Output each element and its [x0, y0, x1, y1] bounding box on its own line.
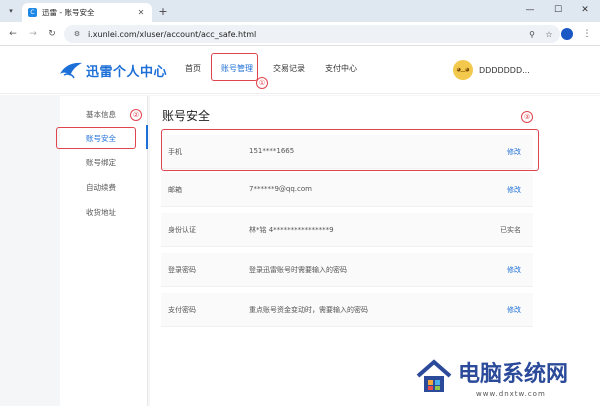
reload-icon[interactable]: ↻	[45, 27, 59, 41]
sidebar-item-auto-renew[interactable]: 自动续费	[60, 177, 140, 197]
minimize-icon[interactable]: —	[520, 2, 540, 18]
url-field[interactable]: ⚙ i.xunlei.com/xluser/account/acc_safe.h…	[64, 25, 560, 43]
tab-close-icon[interactable]: ✕	[136, 8, 146, 17]
browser-tab-bar: ▾ C 迅雷 - 账号安全 ✕ + — ☐ ✕	[0, 0, 600, 22]
tab-title: 迅雷 - 账号安全	[42, 8, 95, 17]
browser-menu-icon[interactable]: ⋮	[580, 27, 594, 41]
url-text[interactable]: i.xunlei.com/xluser/account/acc_safe.htm…	[88, 30, 526, 39]
nav-home[interactable]: 首页	[185, 63, 201, 77]
annotation-box-sidebar	[56, 127, 136, 149]
new-tab-button[interactable]: +	[156, 4, 170, 18]
nav-transactions[interactable]: 交易记录	[273, 63, 305, 77]
row-value: 登录迅雷账号时需要输入的密码	[249, 266, 347, 274]
row-value: 重点账号资金变动时，需要输入的密码	[249, 306, 368, 314]
security-row-identity: 身份认证 林*铭 4****************9 已实名	[161, 213, 533, 247]
nav-payment-center[interactable]: 支付中心	[325, 63, 357, 77]
sidebar-active-indicator	[146, 125, 148, 149]
xunlei-logo[interactable]: 迅雷个人中心	[58, 58, 168, 82]
site-header: 迅雷个人中心 首页 账号管理 交易记录 支付中心 ◕‿◕ DDDDDDD...	[0, 46, 600, 94]
sidebar-item-shipping-address[interactable]: 收货地址	[60, 202, 140, 222]
row-label: 邮箱	[168, 186, 182, 194]
annotation-box-phone-row	[161, 129, 539, 171]
user-name[interactable]: DDDDDDD...	[479, 66, 530, 75]
modify-email-link[interactable]: 修改	[507, 185, 521, 195]
maximize-icon[interactable]: ☐	[548, 2, 568, 18]
forward-icon[interactable]: →	[26, 27, 40, 41]
security-row-email: 邮箱 7******9@qq.com 修改	[161, 173, 533, 207]
annotation-marker-2: ②	[130, 109, 142, 121]
site-info-icon[interactable]: ⚙	[72, 29, 82, 39]
watermark-title: 电脑系统网	[458, 361, 569, 387]
row-label: 身份认证	[168, 226, 196, 234]
watermark-url: www.dnxtw.com	[476, 390, 546, 398]
close-window-icon[interactable]: ✕	[575, 2, 595, 18]
sidebar-item-account-binding[interactable]: 账号绑定	[60, 152, 140, 172]
modify-payment-password-link[interactable]: 修改	[507, 305, 521, 315]
watermark: 电脑系统网 www.dnxtw.com	[412, 352, 600, 406]
logo-text: 迅雷个人中心	[86, 64, 168, 80]
row-value: 7******9@qq.com	[249, 185, 312, 193]
annotation-marker-1: ①	[256, 77, 268, 89]
modify-login-password-link[interactable]: 修改	[507, 265, 521, 275]
xunlei-bird-logo-icon	[60, 62, 82, 79]
browser-tab[interactable]: C 迅雷 - 账号安全 ✕	[22, 3, 152, 22]
security-row-login-password: 登录密码 登录迅雷账号时需要输入的密码 修改	[161, 253, 533, 287]
profile-icon[interactable]	[561, 28, 573, 40]
user-menu[interactable]: ◕‿◕ DDDDDDD...	[453, 58, 530, 82]
bookmark-star-icon[interactable]: ☆	[543, 28, 555, 40]
verified-status: 已实名	[500, 226, 521, 234]
row-label: 登录密码	[168, 266, 196, 274]
address-bar: ← → ↻ ⚙ i.xunlei.com/xluser/account/acc_…	[0, 22, 600, 46]
row-label: 支付密码	[168, 306, 196, 314]
house-logo-icon	[416, 359, 452, 392]
zoom-icon[interactable]: ⚲	[526, 28, 538, 40]
sidebar-item-basic-info[interactable]: 基本信息	[60, 104, 140, 124]
annotation-box-nav	[211, 53, 258, 81]
annotation-marker-3: ③	[521, 111, 533, 123]
avatar[interactable]: ◕‿◕	[453, 60, 473, 80]
tab-search-chevron-icon[interactable]: ▾	[4, 4, 18, 18]
security-row-payment-password: 支付密码 重点账号资金变动时，需要输入的密码 修改	[161, 293, 533, 327]
xunlei-favicon-icon: C	[28, 8, 37, 17]
page-title: 账号安全	[162, 109, 211, 123]
back-icon[interactable]: ←	[6, 27, 20, 41]
row-value: 林*铭 4****************9	[249, 226, 334, 234]
